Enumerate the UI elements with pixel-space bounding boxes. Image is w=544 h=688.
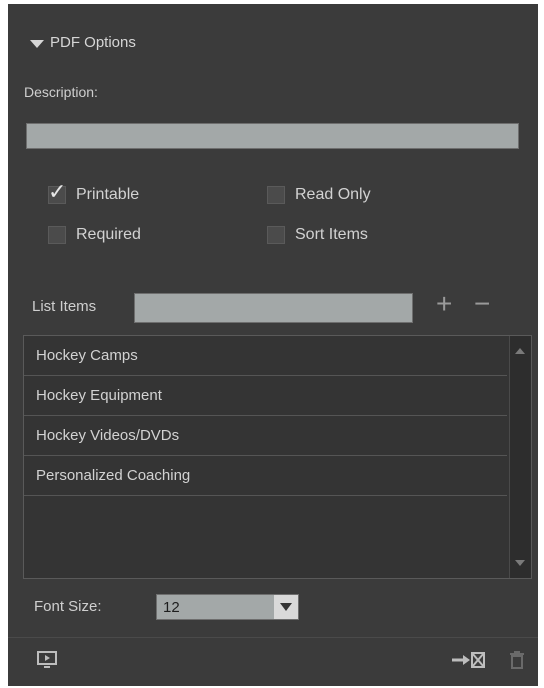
trash-icon[interactable] <box>508 650 526 675</box>
list-items-label: List Items <box>32 298 97 315</box>
footer-divider <box>8 637 538 638</box>
list-item[interactable]: Hockey Videos/DVDs <box>24 416 507 456</box>
list-item[interactable]: Hockey Equipment <box>24 376 507 416</box>
list-scrollbar[interactable] <box>509 336 531 578</box>
checkbox-label: Required <box>76 226 141 243</box>
dropdown-button[interactable] <box>274 595 298 619</box>
add-item-button[interactable]: + <box>436 289 452 319</box>
scroll-down-icon[interactable] <box>515 560 525 566</box>
scroll-up-icon[interactable] <box>515 348 525 354</box>
printable-checkbox[interactable]: ✓ Printable <box>48 179 140 204</box>
pdf-options-header[interactable]: PDF Options <box>30 34 136 51</box>
checkbox-box[interactable]: ✓ <box>48 179 66 204</box>
description-label: Description: <box>24 84 98 100</box>
chevron-down-icon <box>280 603 292 611</box>
required-checkbox[interactable]: Required <box>48 226 141 244</box>
checkbox-box[interactable] <box>267 186 285 204</box>
checkmark-icon: ✓ <box>48 179 67 204</box>
panel-title: PDF Options <box>50 34 136 51</box>
checkbox-box[interactable] <box>267 226 285 244</box>
checkbox-label: Printable <box>76 186 140 203</box>
list-items-box[interactable]: Hockey Camps Hockey Equipment Hockey Vid… <box>23 335 532 579</box>
font-size-select[interactable]: 12 <box>156 594 299 620</box>
font-size-value: 12 <box>163 598 180 616</box>
font-size-label: Font Size: <box>34 598 102 615</box>
list-item-input[interactable] <box>134 293 413 323</box>
checkbox-label: Read Only <box>295 186 371 203</box>
pdf-options-panel: PDF Options Description: ✓ Printable Rea… <box>8 4 538 686</box>
read-only-checkbox[interactable]: Read Only <box>267 186 371 204</box>
remove-item-button[interactable]: − <box>474 289 490 319</box>
checkbox-label: Sort Items <box>295 226 368 243</box>
sort-items-checkbox[interactable]: Sort Items <box>267 226 368 244</box>
description-field[interactable] <box>26 123 519 149</box>
list-item[interactable]: Hockey Camps <box>24 336 507 376</box>
export-to-field-icon[interactable] <box>450 650 486 675</box>
monitor-icon[interactable] <box>36 650 58 675</box>
list-item[interactable]: Personalized Coaching <box>24 456 507 496</box>
disclosure-triangle-icon[interactable] <box>30 39 44 48</box>
checkbox-box[interactable] <box>48 226 66 244</box>
